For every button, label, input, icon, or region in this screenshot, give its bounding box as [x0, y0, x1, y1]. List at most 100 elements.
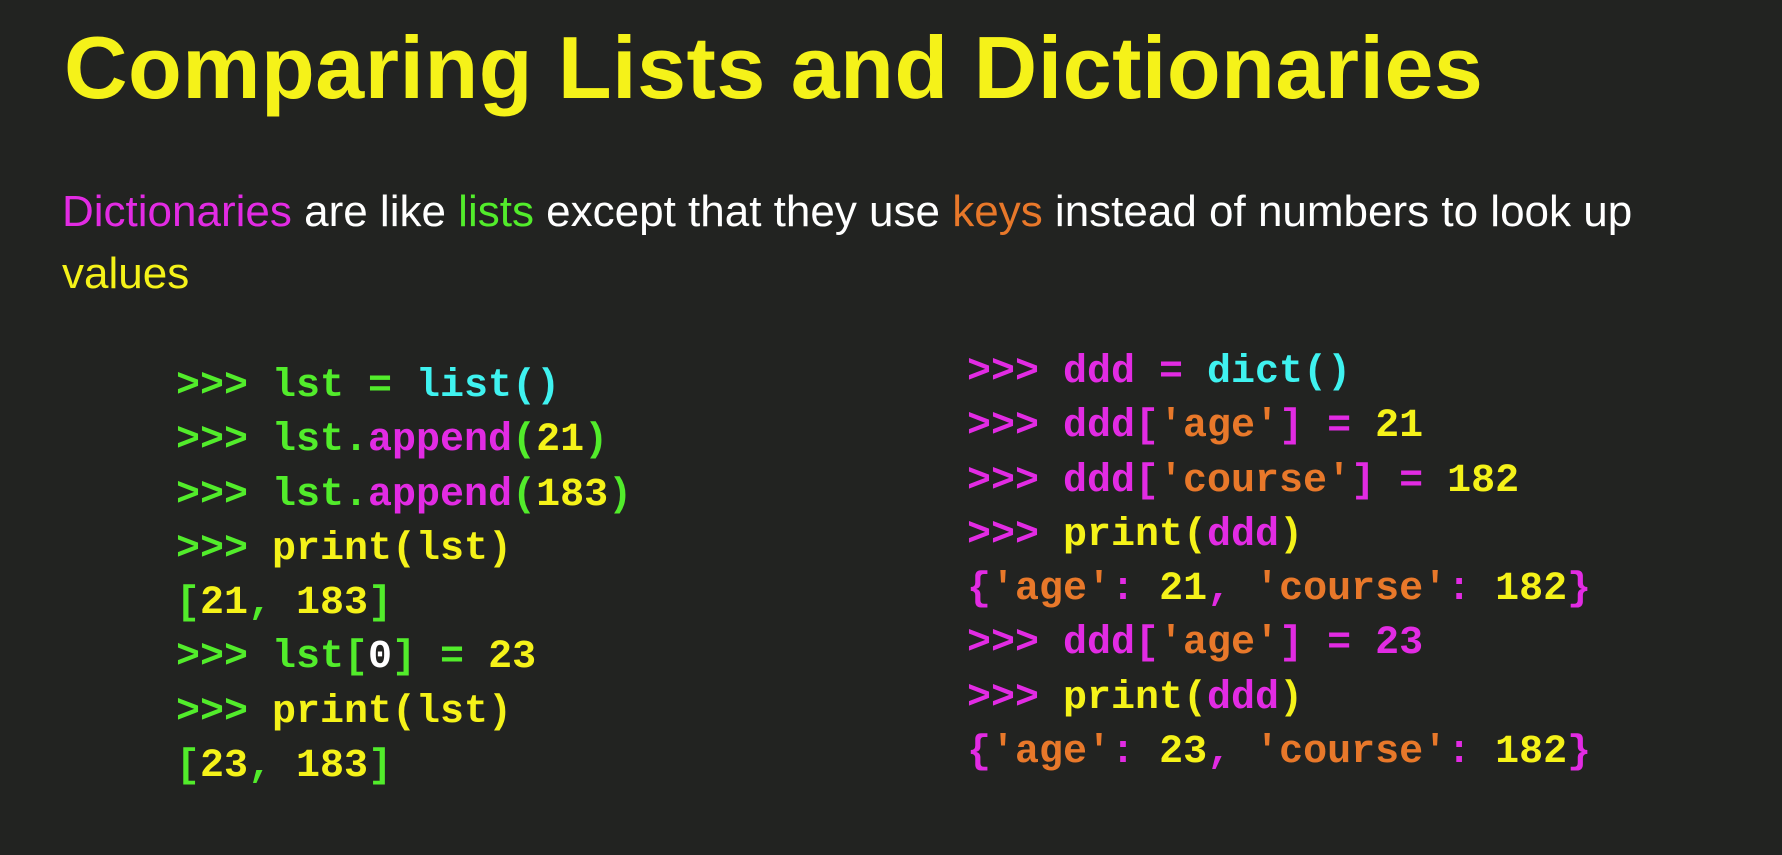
code-token: ddd[	[1063, 621, 1160, 667]
description: Dictionaries are like lists except that …	[62, 181, 1662, 305]
code-token: 23	[200, 744, 249, 790]
code-token: print(	[1063, 512, 1208, 558]
slide-title: Comparing Lists and Dictionaries	[64, 18, 1484, 117]
description-segment: Dictionaries	[62, 187, 292, 236]
code-token: {	[967, 730, 992, 776]
code-token: 21	[536, 418, 585, 464]
code-token: 'age'	[991, 730, 1112, 776]
dict-code-example: >>> ddd = dict() >>> ddd['age'] = 21 >>> d…	[967, 346, 1591, 780]
code-line: >>> ddd = dict()	[967, 346, 1591, 400]
code-token: ]	[368, 581, 393, 627]
code-line: >>> print(ddd)	[967, 672, 1591, 726]
code-token: 21	[1159, 567, 1208, 613]
code-token: lst.	[272, 472, 369, 518]
code-token: ] =	[1279, 621, 1376, 667]
code-token: 23	[1375, 621, 1424, 667]
description-segment: lists	[458, 187, 534, 236]
code-token: print(lst)	[272, 689, 513, 735]
code-token: ddd	[1063, 350, 1136, 395]
description-segment: values	[62, 249, 190, 298]
code-token: ,	[248, 581, 297, 627]
code-line: [21, 183]	[176, 577, 632, 631]
code-token: >>>	[176, 635, 273, 681]
code-token: ,	[1207, 567, 1256, 613]
code-token: lst[	[272, 635, 369, 681]
code-token: }	[1567, 567, 1592, 613]
code-token: append	[368, 472, 513, 518]
code-token: 0	[368, 635, 393, 681]
code-line: >>> print(ddd)	[967, 509, 1591, 563]
code-token: >>>	[967, 458, 1064, 504]
description-segment: except that they use	[533, 187, 953, 236]
code-token: }	[1567, 730, 1592, 776]
code-line: [23, 183]	[176, 740, 632, 794]
code-token: ] =	[392, 635, 489, 681]
code-token: )	[584, 418, 609, 464]
slide: Comparing Lists and Dictionaries Diction…	[0, 0, 1782, 855]
code-token: :	[1111, 567, 1160, 613]
code-token: >>>	[176, 526, 273, 572]
code-line: >>> lst.append(183)	[176, 469, 632, 523]
code-token: 'course'	[1255, 567, 1448, 613]
list-code-example: >>> lst = list() >>> lst.append(21) >>> ls…	[176, 360, 632, 794]
code-line: >>> ddd['course'] = 182	[967, 455, 1591, 509]
code-token: [	[176, 744, 201, 790]
code-token: 'course'	[1159, 458, 1352, 504]
code-token: >>>	[176, 418, 273, 464]
code-token: >>>	[176, 364, 273, 409]
code-token: ]	[368, 744, 393, 790]
code-token: 'age'	[991, 567, 1112, 613]
code-token: print(lst)	[272, 526, 513, 572]
code-token: :	[1447, 730, 1496, 776]
code-token: 23	[1159, 730, 1208, 776]
code-token: append	[368, 418, 513, 464]
code-token: >>>	[176, 472, 273, 518]
description-segment: are like	[291, 187, 459, 236]
code-token: (	[512, 418, 537, 464]
code-token: 23	[488, 635, 537, 681]
code-token: :	[1111, 730, 1160, 776]
code-line: >>> print(lst)	[176, 523, 632, 577]
code-line: >>> ddd['age'] = 21	[967, 400, 1591, 454]
code-token: ddd[	[1063, 458, 1160, 504]
code-token: ,	[1207, 730, 1256, 776]
code-token: 183	[296, 581, 369, 627]
code-token: >>>	[967, 621, 1064, 667]
code-token: ddd	[1207, 512, 1280, 558]
code-token: 'age'	[1159, 404, 1280, 450]
code-token: 'age'	[1159, 621, 1280, 667]
code-token: 21	[200, 581, 249, 627]
code-token: dict()	[1207, 350, 1352, 395]
code-token: 'course'	[1255, 730, 1448, 776]
code-token: 183	[296, 744, 369, 790]
description-segment: keys	[952, 187, 1043, 236]
code-token: 182	[1495, 567, 1568, 613]
code-token: >>>	[176, 689, 273, 735]
code-token: >>>	[967, 512, 1064, 558]
code-token: =	[1135, 350, 1208, 395]
code-token: 183	[536, 472, 609, 518]
code-token: list()	[416, 364, 561, 409]
code-token: (	[512, 472, 537, 518]
code-line: {'age': 21, 'course': 182}	[967, 563, 1591, 617]
code-token: ddd	[1207, 675, 1280, 721]
code-line: >>> lst = list()	[176, 360, 632, 414]
code-line: >>> print(lst)	[176, 686, 632, 740]
code-token: >>>	[967, 675, 1064, 721]
code-token: print(	[1063, 675, 1208, 721]
code-token: )	[1279, 675, 1304, 721]
code-token: ] =	[1279, 404, 1376, 450]
code-line: >>> lst[0] = 23	[176, 631, 632, 685]
code-token: >>>	[967, 350, 1064, 395]
description-segment: instead of numbers to look up	[1042, 187, 1633, 236]
code-token: [	[176, 581, 201, 627]
code-token: ddd[	[1063, 404, 1160, 450]
code-token: ] =	[1351, 458, 1448, 504]
code-line: {'age': 23, 'course': 182}	[967, 726, 1591, 780]
code-token: ,	[248, 744, 297, 790]
code-token: 182	[1447, 458, 1520, 504]
code-token: )	[608, 472, 633, 518]
code-token: >>>	[967, 404, 1064, 450]
code-token: {	[967, 567, 992, 613]
code-token: 182	[1495, 730, 1568, 776]
